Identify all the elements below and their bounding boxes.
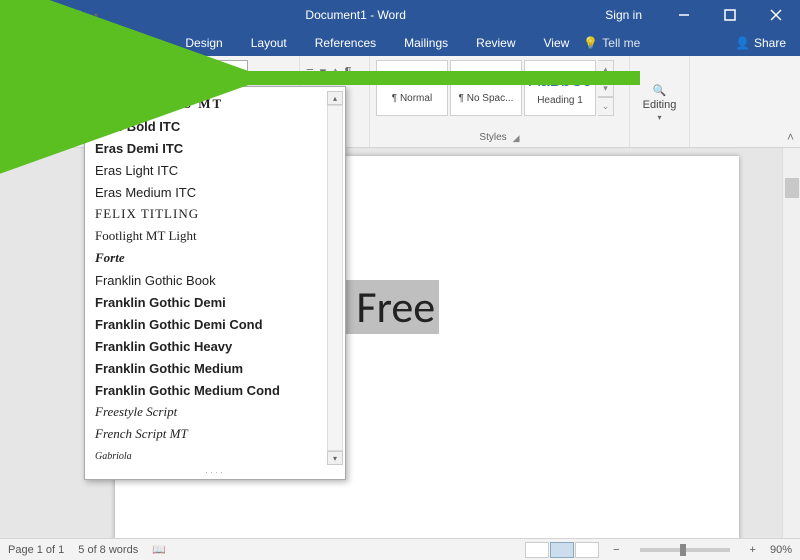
font-option[interactable]: Franklin Gothic Heavy [95,335,341,357]
font-name-dropdown-button[interactable]: ▾ [198,60,214,80]
tab-home[interactable]: Home [53,30,113,56]
find-icon: 🔍 [653,84,667,97]
font-option[interactable]: Eras Bold ITC [95,115,341,137]
tab-layout[interactable]: Layout [237,30,301,56]
font-option[interactable]: FELIX TITLING [95,203,341,225]
paste-button[interactable]: Paste ▾ [6,60,32,114]
group-styles: AaBbCcDc¶ Normal AaBbCcDc¶ No Spac... Aa… [370,56,630,147]
close-button[interactable] [756,0,796,30]
qat-customize-icon[interactable]: ▾ [94,11,98,20]
web-layout-button[interactable] [575,542,599,558]
paste-icon [6,60,32,90]
read-mode-button[interactable] [525,542,549,558]
save-icon[interactable] [8,7,22,24]
undo-icon[interactable] [32,7,46,24]
zoom-thumb[interactable] [680,544,686,556]
style-no-spacing[interactable]: AaBbCcDc¶ No Spac... [450,60,522,116]
word-count[interactable]: 5 of 8 words [78,544,138,556]
format-painter-icon[interactable]: 🖌 [34,96,48,110]
share-button[interactable]: 👤Share [721,30,800,56]
tell-me[interactable]: 💡Tell me [583,30,640,56]
vertical-scrollbar[interactable] [782,148,800,538]
collapse-ribbon-icon[interactable]: ˄ [787,130,794,144]
resize-grip-icon[interactable]: ···· [205,467,225,477]
font-option[interactable]: French Script MT [95,423,341,445]
font-option[interactable]: Eras Medium ITC [95,181,341,203]
zoom-level[interactable]: 90% [770,544,792,556]
copy-icon[interactable]: ⧉ [34,79,48,93]
share-icon: 👤 [735,36,750,50]
font-option[interactable]: Franklin Gothic Demi Cond [95,313,341,335]
zoom-out-button[interactable]: − [613,544,619,556]
scroll-up-icon[interactable]: ▴ [327,91,343,105]
font-option[interactable]: Forte [95,247,341,269]
page-status[interactable]: Page 1 of 1 [8,544,64,556]
tab-insert[interactable]: Insert [113,30,171,56]
document-title: Document1 - Word [106,8,605,22]
font-option[interactable]: Franklin Gothic Book [95,269,341,291]
font-option[interactable]: Franklin Gothic Medium Cond [95,379,341,401]
cut-icon[interactable]: ✂ [34,62,48,76]
style-heading1[interactable]: AaBbCcHeading 1 [524,60,596,116]
editing-button[interactable]: 🔍 Editing ▾ [643,84,677,122]
sign-in-link[interactable]: Sign in [605,8,642,22]
font-option[interactable]: Eras Light ITC [95,159,341,181]
bulb-icon: 💡 [583,36,598,50]
dialog-launcher-icon[interactable]: ◢ [513,133,520,144]
tab-view[interactable]: View [530,30,584,56]
undo-more-icon[interactable]: ▾ [56,11,60,20]
group-editing: 🔍 Editing ▾ [630,56,690,147]
tab-review[interactable]: Review [462,30,529,56]
font-name-combo[interactable] [66,60,196,80]
print-layout-button[interactable] [550,542,574,558]
font-option[interactable]: Franklin Gothic Demi [95,291,341,313]
font-option[interactable]: Eras Demi ITC [95,137,341,159]
styles-scroll[interactable]: ▴▾⌄ [598,60,614,116]
show-marks-icon[interactable]: ¶ [345,64,352,80]
tab-mailings[interactable]: Mailings [390,30,462,56]
font-size-combo[interactable]: 48 [218,60,248,80]
zoom-slider[interactable] [640,548,730,552]
minimize-button[interactable] [664,0,704,30]
font-option[interactable]: Footlight MT Light [95,225,341,247]
dialog-launcher-icon[interactable]: ◢ [50,133,57,144]
font-dropdown[interactable]: ENGRAVERS MTEras Bold ITCEras Demi ITCEr… [84,86,346,480]
font-option[interactable]: Freestyle Script [95,401,341,423]
line-spacing-icon[interactable]: ↕ [332,64,339,80]
dropdown-scrollbar[interactable]: ▴ ▾ [327,91,343,465]
scrollbar-thumb[interactable] [785,178,799,198]
font-option[interactable]: Gabriola [95,445,341,467]
style-normal[interactable]: AaBbCcDc¶ Normal [376,60,448,116]
zoom-in-button[interactable]: + [750,544,756,556]
scroll-down-icon[interactable]: ▾ [327,451,343,465]
spellcheck-icon[interactable]: 📖 [152,543,166,556]
chevron-down-icon: ▾ [17,105,21,114]
font-option[interactable]: Franklin Gothic Medium [95,357,341,379]
maximize-button[interactable] [710,0,750,30]
tab-references[interactable]: References [301,30,390,56]
font-option[interactable]: ENGRAVERS MT [95,93,341,115]
group-clipboard: Paste ▾ ✂ ⧉ 🖌 Clipboard◢ [0,56,60,147]
tab-file[interactable]: File [6,30,53,56]
tab-design[interactable]: Design [171,30,236,56]
redo-icon[interactable] [70,7,84,24]
bullets-icon[interactable]: ≡ [306,64,314,80]
